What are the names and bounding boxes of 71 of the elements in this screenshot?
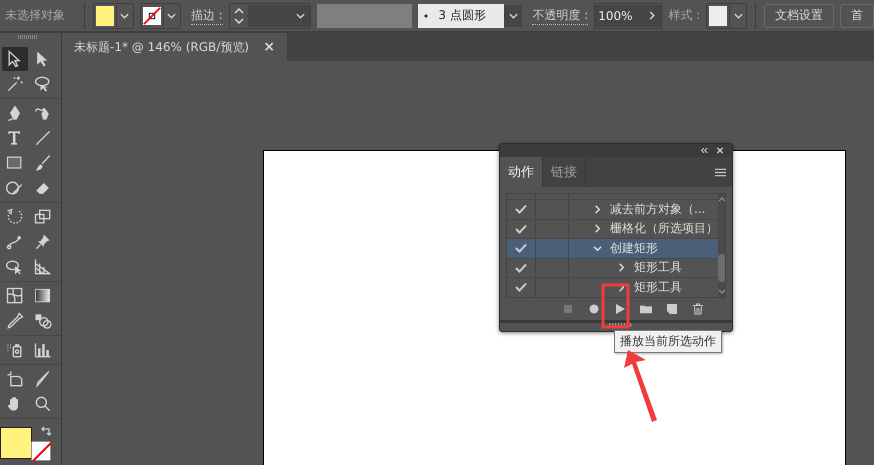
scrollbar[interactable]: [718, 194, 725, 297]
new-item-icon[interactable]: [666, 303, 678, 315]
chevron-down-icon: [734, 12, 743, 18]
swap-arrows-icon[interactable]: [40, 425, 52, 437]
panel-tab[interactable]: 动作: [500, 157, 543, 187]
scrollbar-thumb[interactable]: [718, 254, 725, 282]
mesh-icon: [5, 286, 25, 306]
action-label: 创建矩形: [610, 240, 658, 257]
chevron-down-icon[interactable]: [593, 244, 602, 253]
opacity-label[interactable]: 不透明度 :: [532, 6, 588, 24]
action-label: 减去前方对象（...: [610, 200, 706, 218]
document-tab[interactable]: 未标题-1* @ 146% (RGB/预览) ×: [62, 33, 287, 61]
action-label: 矩形工具: [634, 278, 682, 296]
menu-icon[interactable]: [715, 168, 726, 176]
fill-swatch[interactable]: [96, 6, 114, 26]
chevron-down-icon: [167, 12, 176, 18]
toolbar-button[interactable]: 首: [840, 4, 874, 28]
eyedropper-icon: [5, 311, 25, 331]
stroke-weight-dropdown[interactable]: [292, 4, 310, 26]
artboard-icon: [5, 369, 25, 389]
fill-color-swatch[interactable]: [0, 427, 32, 459]
stroke-none-swatch[interactable]: [142, 6, 161, 26]
stroke-weight-field[interactable]: [228, 2, 311, 28]
magic-wand-icon: [5, 74, 25, 94]
brush-field[interactable]: 3 点圆形: [418, 4, 504, 28]
chevron-right-icon[interactable]: [617, 263, 626, 272]
chevron-right-icon[interactable]: [593, 204, 602, 214]
checkmark-icon[interactable]: [515, 204, 527, 214]
graphic-style-swatch[interactable]: [709, 6, 728, 26]
tool-button[interactable]: [2, 47, 28, 71]
checkmark-icon[interactable]: [515, 262, 527, 273]
trash-icon[interactable]: [692, 303, 704, 315]
action-row[interactable]: 创建矩形: [507, 239, 718, 258]
action-row[interactable]: 减去前方对象（...: [507, 200, 718, 220]
stroke-color-swatch[interactable]: [31, 441, 51, 461]
chevron-right-icon[interactable]: [593, 224, 602, 234]
brush-dot-icon: [424, 14, 428, 18]
brush-name: 3 点圆形: [438, 7, 486, 24]
style-label: 样式 :: [668, 7, 700, 24]
action-row[interactable]: 矩形工具: [507, 258, 718, 278]
checkmark-icon[interactable]: [515, 243, 527, 254]
action-label: 栅格化（所选项目）: [610, 220, 718, 238]
highlight-frame: [601, 283, 630, 329]
perspective-grid-icon: [33, 257, 53, 277]
chevron-down-icon: [508, 12, 518, 18]
scroll-down-icon[interactable]: [718, 289, 725, 294]
folder-icon[interactable]: [640, 303, 652, 315]
zoom-icon: [33, 394, 53, 414]
checkmark-icon[interactable]: [515, 282, 527, 292]
chevron-down-icon: [120, 12, 130, 18]
close-icon[interactable]: [716, 147, 724, 154]
toolbar-button[interactable]: 文档设置: [764, 4, 834, 28]
variable-width-profile-field[interactable]: [316, 4, 412, 28]
stroke-label[interactable]: 描边 :: [190, 6, 223, 24]
action-label: 矩形工具: [634, 259, 682, 276]
chevron-down-icon: [296, 12, 306, 18]
checkmark-icon[interactable]: [515, 224, 527, 234]
panel-tab[interactable]: 链接: [543, 157, 586, 187]
scroll-up-icon[interactable]: [718, 197, 725, 202]
close-tab-button[interactable]: ×: [263, 39, 275, 55]
collapse-icon[interactable]: [700, 147, 708, 154]
brush-dropdown[interactable]: [504, 4, 522, 26]
grip-icon[interactable]: [18, 35, 38, 39]
tooltip: 播放当前所选动作: [614, 330, 722, 353]
paintbrush-icon: [33, 153, 53, 173]
resize-grip-icon[interactable]: [609, 323, 633, 327]
selection-status: 未选择对象: [5, 7, 66, 24]
record-icon[interactable]: [588, 303, 600, 315]
document-title: 未标题-1* @ 146% (RGB/预览): [74, 38, 249, 56]
line-segment-icon: [33, 128, 53, 148]
play-icon[interactable]: [614, 303, 626, 315]
